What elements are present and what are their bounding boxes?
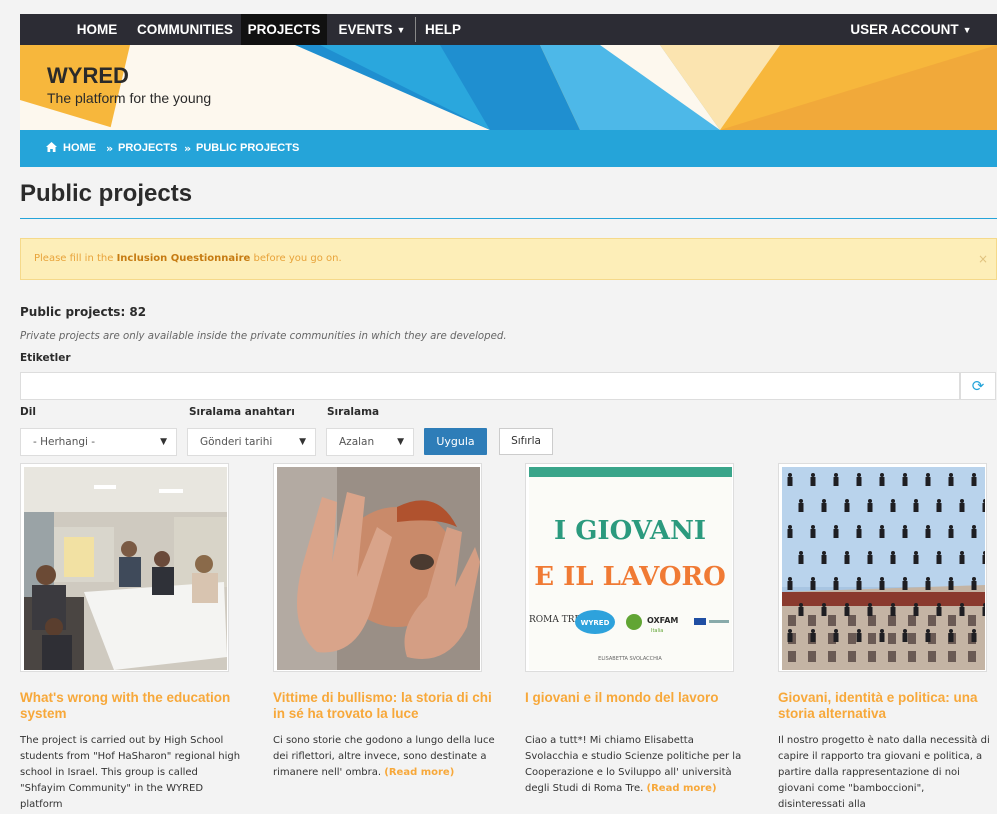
projects-count: Public projects: 82 bbox=[20, 305, 147, 319]
breadcrumb-public-projects: PUBLIC PROJECTS bbox=[196, 142, 300, 154]
project-title-bullismo[interactable]: Vittime di bullismo: la storia di chi in… bbox=[273, 690, 498, 722]
project-desc-education: The project is carried out by High Schoo… bbox=[20, 735, 241, 810]
read-more-link[interactable]: (Read more) bbox=[647, 783, 717, 794]
image-logo-oxfam-sub: Italia bbox=[651, 628, 663, 634]
project-text-education: The project is carried out by High Schoo… bbox=[20, 733, 245, 813]
top-nav: HOME COMMUNITIES PROJECTS EVENTS ▼ HELP U… bbox=[20, 14, 997, 45]
alert-text-pre: Please fill in the bbox=[34, 253, 117, 264]
breadcrumb-projects[interactable]: PROJECTS bbox=[118, 130, 177, 167]
apply-button[interactable]: Uygula bbox=[424, 428, 487, 455]
image-headline-1: I GIOVANI bbox=[554, 516, 706, 546]
home-icon[interactable] bbox=[46, 130, 57, 167]
nav-projects-label: PROJECTS bbox=[247, 22, 321, 37]
alert-message: Please fill in the Inclusion Questionnai… bbox=[34, 239, 342, 279]
tags-input[interactable] bbox=[20, 372, 960, 400]
nav-help-label: HELP bbox=[424, 22, 461, 37]
nav-communities-label: COMMUNITIES bbox=[137, 22, 233, 37]
nav-help[interactable]: HELP bbox=[420, 14, 466, 45]
project-title-lavoro[interactable]: I giovani e il mondo del lavoro bbox=[525, 690, 750, 706]
nav-projects[interactable]: PROJECTS bbox=[241, 14, 327, 45]
double-chevron-icon: » bbox=[184, 142, 192, 155]
sort-key-label: Sıralama anahtarı bbox=[189, 406, 295, 418]
site-logo-title[interactable]: WYRED bbox=[47, 63, 129, 89]
nav-user-account[interactable]: USER ACCOUNT ▼ bbox=[846, 14, 976, 45]
project-image-identita-politica[interactable] bbox=[778, 463, 987, 672]
tags-label: Etiketler bbox=[20, 352, 71, 364]
project-image-classroom[interactable] bbox=[20, 463, 229, 672]
caret-down-icon: ▼ bbox=[299, 437, 306, 447]
project-title-education[interactable]: What's wrong with the education system bbox=[20, 690, 245, 722]
sort-key-select[interactable]: Gönderi tarihi ▼ bbox=[187, 428, 316, 456]
language-select-value: - Herhangi - bbox=[33, 436, 96, 448]
double-chevron-icon: » bbox=[106, 142, 114, 155]
refresh-icon[interactable]: ⟳ bbox=[960, 372, 996, 400]
image-headline-2: E IL LAVORO bbox=[534, 562, 726, 592]
project-image-stop-bullying[interactable] bbox=[273, 463, 482, 672]
project-image-giovani-lavoro[interactable]: I GIOVANI E IL LAVORO ROMA TRE WYRED OXF… bbox=[525, 463, 734, 672]
nav-communities[interactable]: COMMUNITIES bbox=[130, 14, 240, 45]
project-desc-identita: Il nostro progetto è nato dalla necessit… bbox=[778, 735, 990, 810]
language-select[interactable]: - Herhangi - ▼ bbox=[20, 428, 177, 456]
image-author: ELISABETTA SVOLACCHIA bbox=[598, 656, 662, 662]
alert-banner: Please fill in the Inclusion Questionnai… bbox=[20, 238, 997, 280]
language-label: Dil bbox=[20, 406, 36, 418]
caret-down-icon: ▼ bbox=[396, 24, 406, 35]
nav-divider bbox=[415, 17, 416, 42]
site-tagline: The platform for the young bbox=[47, 90, 212, 106]
nav-events-label: EVENTS bbox=[338, 22, 393, 37]
image-logo-oxfam: OXFAM bbox=[647, 616, 678, 625]
private-projects-note: Private projects are only available insi… bbox=[20, 331, 507, 342]
sort-order-label: Sıralama bbox=[327, 406, 380, 418]
sort-key-select-value: Gönderi tarihi bbox=[200, 436, 273, 448]
nav-user-label: USER ACCOUNT bbox=[850, 22, 959, 37]
image-logo-roma-tre: ROMA TRE bbox=[529, 615, 581, 625]
breadcrumb-home[interactable]: HOME bbox=[63, 130, 96, 167]
read-more-link[interactable]: (Read more) bbox=[384, 767, 454, 778]
sort-order-select-value: Azalan bbox=[339, 436, 375, 448]
nav-home-label: HOME bbox=[76, 22, 118, 37]
caret-down-icon: ▼ bbox=[160, 437, 167, 447]
inclusion-questionnaire-link[interactable]: Inclusion Questionnaire bbox=[117, 253, 251, 264]
nav-events[interactable]: EVENTS ▼ bbox=[333, 14, 411, 45]
site-banner: WYRED The platform for the young bbox=[20, 45, 997, 130]
nav-home[interactable]: HOME bbox=[67, 14, 127, 45]
reset-button[interactable]: Sıfırla bbox=[499, 428, 553, 455]
image-logo-wyred: WYRED bbox=[581, 619, 610, 627]
breadcrumb: HOME » PROJECTS » PUBLIC PROJECTS bbox=[20, 130, 997, 167]
caret-down-icon: ▼ bbox=[397, 437, 404, 447]
alert-text-post: before you go on. bbox=[250, 253, 342, 264]
sort-order-select[interactable]: Azalan ▼ bbox=[326, 428, 414, 456]
project-text-identita: Il nostro progetto è nato dalla necessit… bbox=[778, 733, 993, 813]
project-title-identita[interactable]: Giovani, identità e politica: una storia… bbox=[778, 690, 993, 722]
banner-graphic bbox=[20, 45, 997, 130]
project-text-bullismo: Ci sono storie che godono a lungo della … bbox=[273, 733, 498, 781]
page-title: Public projects bbox=[20, 180, 193, 207]
close-icon[interactable]: × bbox=[978, 239, 988, 279]
title-divider bbox=[20, 218, 997, 219]
project-text-lavoro: Ciao a tutt*! Mi chiamo Elisabetta Svola… bbox=[525, 733, 750, 797]
caret-down-icon: ▼ bbox=[962, 24, 972, 35]
